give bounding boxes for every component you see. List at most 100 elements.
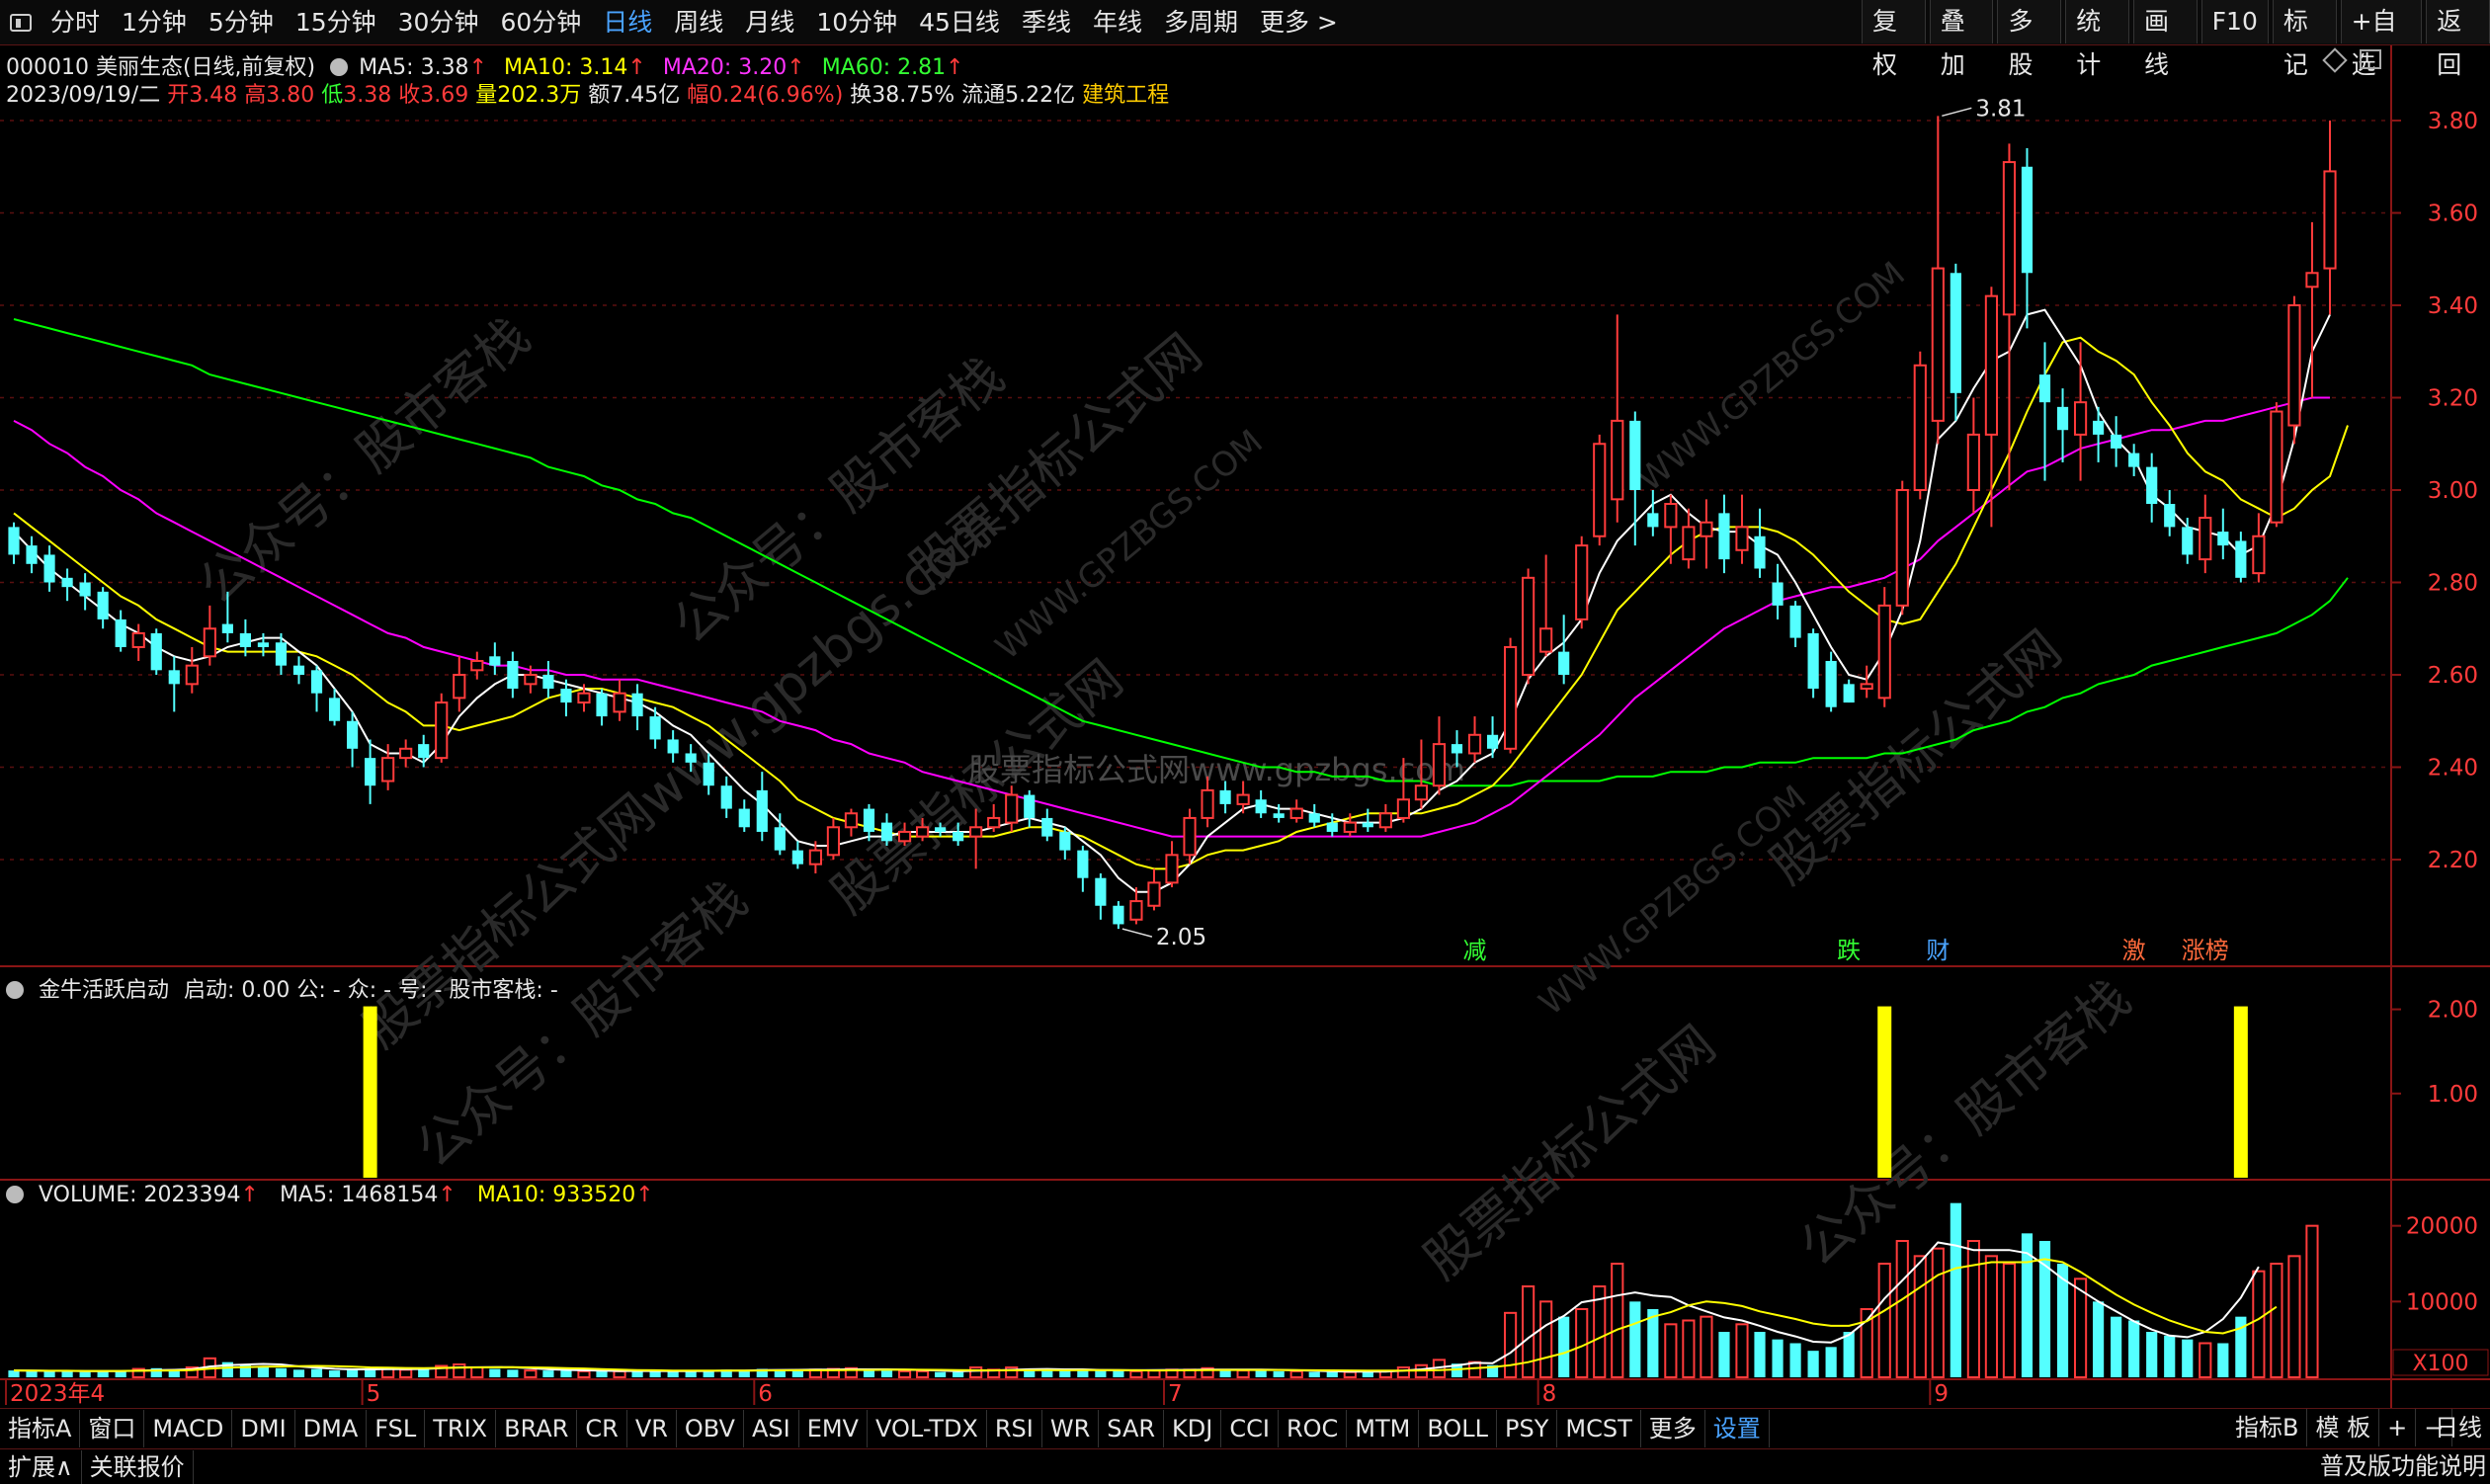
period-indicator[interactable]: 日线	[2435, 1409, 2482, 1446]
candle-body	[1843, 684, 1855, 703]
candle-body	[1147, 881, 1161, 907]
candle-body	[2021, 166, 2034, 274]
watermark-6: WWW.GPZBGS.COM	[1532, 778, 1814, 1024]
indicator-tab-23[interactable]: MCST	[1557, 1409, 1641, 1447]
candle-body	[221, 623, 233, 633]
indicator-tab-20[interactable]: MTM	[1347, 1409, 1420, 1447]
status-tab-1[interactable]: 关联报价	[82, 1449, 194, 1484]
event-marker-2: 财	[1926, 937, 1950, 964]
indicator-tab-2[interactable]: MACD	[144, 1409, 233, 1447]
indicator-tab-25[interactable]: 设置	[1705, 1409, 1770, 1447]
candle-body	[756, 789, 768, 832]
watermark-0: 公众号：股市客栈	[188, 306, 540, 616]
candle-57	[1024, 789, 1036, 828]
candle-17	[310, 665, 323, 712]
candle-body	[2111, 434, 2122, 449]
volume-bar-38	[685, 1370, 697, 1377]
status-tab-0[interactable]: 扩展∧	[0, 1449, 82, 1484]
indicator-settings-icon[interactable]	[6, 981, 24, 999]
indicator-tab-21[interactable]: BOLL	[1419, 1409, 1498, 1447]
candle-49	[880, 813, 893, 846]
candle-body	[524, 674, 538, 686]
indicator-tab-1[interactable]: 窗口	[80, 1409, 145, 1447]
volume-bar-25	[453, 1362, 466, 1379]
candle-112	[2002, 143, 2017, 490]
candle-20	[365, 739, 376, 804]
indicator-right-tab-2[interactable]: +	[2379, 1409, 2417, 1446]
help-link[interactable]: 普及版功能说明	[2320, 1449, 2486, 1483]
candle-body	[1201, 788, 1214, 819]
indicator-tab-5[interactable]: FSL	[367, 1409, 426, 1447]
candle-body	[203, 627, 216, 658]
volume-bar-84	[1503, 1311, 1518, 1379]
indicator-tab-18[interactable]: CCI	[1221, 1409, 1279, 1447]
candle-73	[1308, 803, 1320, 828]
candle-body	[79, 582, 91, 597]
annotation-label-1: 2.05	[1156, 925, 1206, 950]
indicator-right-tab-0[interactable]: 指标B	[2227, 1409, 2308, 1446]
volume-bar-22	[399, 1368, 413, 1379]
candle-105	[1877, 587, 1891, 707]
indicator-tab-9[interactable]: VR	[627, 1409, 677, 1447]
volume-legend: VOLUME: 2023394↑ MA5: 1468154↑ MA10: 933…	[6, 1183, 654, 1207]
indicator-tab-19[interactable]: ROC	[1279, 1409, 1348, 1447]
volume-bar-27	[489, 1368, 501, 1377]
volume-bar-19	[346, 1369, 359, 1377]
candle-body	[1913, 364, 1927, 491]
candle-3	[61, 568, 73, 602]
volume-bar-86	[1539, 1300, 1553, 1379]
volume-bar-72	[1289, 1369, 1303, 1379]
candle-body	[1414, 784, 1429, 801]
candle-14	[257, 632, 270, 657]
indicator-tab-4[interactable]: DMA	[295, 1409, 368, 1447]
candle-22	[399, 739, 413, 768]
indicator-tab-24[interactable]: 更多	[1641, 1409, 1705, 1447]
candle-body	[1024, 794, 1036, 818]
candle-body	[310, 670, 323, 694]
volume-bar-73	[1308, 1371, 1320, 1377]
indicator-tab-13[interactable]: VOL-TDX	[868, 1409, 987, 1447]
volume-bar-4	[79, 1371, 91, 1377]
indicator-tab-15[interactable]: WR	[1042, 1409, 1100, 1447]
candle-body	[1593, 443, 1607, 537]
price-tick-label-0: 3.80	[2428, 109, 2478, 134]
price-tick-label-7: 2.40	[2428, 756, 2478, 782]
volume-bar-49	[880, 1370, 893, 1377]
date-tick-label-1: 5	[367, 1381, 381, 1407]
candle-84	[1503, 637, 1518, 754]
candle-body	[1647, 513, 1659, 528]
candle-body	[720, 785, 732, 809]
indicator-tab-0[interactable]: 指标A	[0, 1409, 81, 1447]
volume-bar-124	[2217, 1343, 2229, 1377]
volume-ma10: MA10: 933520	[476, 1183, 636, 1207]
volume-title: VOLUME: 2023394	[39, 1183, 241, 1207]
indicator-right-tab-1[interactable]: 模 板	[2307, 1409, 2380, 1446]
indicator-tab-10[interactable]: OBV	[677, 1409, 744, 1447]
indicator-tab-3[interactable]: DMI	[232, 1409, 295, 1447]
candle-body	[1343, 821, 1357, 833]
indicator-tab-7[interactable]: BRAR	[496, 1409, 578, 1447]
candle-body	[470, 659, 484, 672]
indicator-tab-12[interactable]: EMV	[799, 1409, 868, 1447]
volume-bar-1	[26, 1370, 38, 1377]
candle-body	[1326, 822, 1338, 832]
candle-122	[2182, 518, 2194, 564]
candle-body	[1807, 632, 1819, 690]
candle-35	[631, 684, 643, 731]
indicator-tab-22[interactable]: PSY	[1497, 1409, 1558, 1447]
indicator-tab-6[interactable]: TRIX	[425, 1409, 497, 1447]
indicator-tab-14[interactable]: RSI	[987, 1409, 1042, 1447]
candle-113	[2021, 148, 2034, 329]
volume-settings-icon[interactable]	[6, 1186, 24, 1203]
candle-7	[131, 623, 145, 661]
indicator-tab-16[interactable]: SAR	[1099, 1409, 1165, 1447]
indicator-tab-11[interactable]: ASI	[744, 1409, 799, 1447]
candle-121	[2164, 490, 2176, 536]
indicator-tab-17[interactable]: KDJ	[1164, 1409, 1222, 1447]
volume-bar-50	[897, 1369, 912, 1379]
candle-106	[1895, 480, 1909, 616]
volume-bar-31	[560, 1370, 572, 1377]
indicator-tab-8[interactable]: CR	[577, 1409, 627, 1447]
candle-36	[649, 706, 661, 749]
candle-body	[1700, 521, 1713, 537]
